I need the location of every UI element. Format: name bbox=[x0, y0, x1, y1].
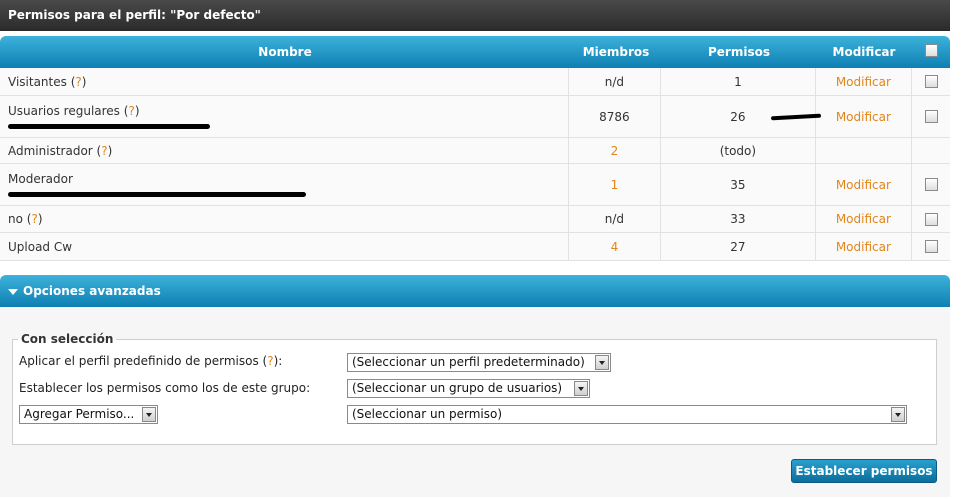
row-checkbox[interactable] bbox=[924, 110, 938, 123]
user-group-select[interactable]: (Seleccionar un grupo de usuarios) bbox=[347, 379, 590, 398]
table-row: Visitantes (?) n/d 1 Modificar bbox=[0, 68, 950, 96]
help-link[interactable]: ? bbox=[101, 144, 107, 158]
help-link[interactable]: ? bbox=[75, 75, 81, 89]
group-name: Visitantes bbox=[8, 74, 67, 89]
set-permissions-button[interactable]: Establecer permisos bbox=[791, 459, 937, 483]
table-row: Moderador 1 35 Modificar bbox=[0, 164, 950, 206]
row-checkbox[interactable] bbox=[924, 212, 938, 226]
predefined-profile-value: (Seleccionar un perfil predeterminado) bbox=[352, 355, 585, 369]
dropdown-arrow-icon bbox=[595, 355, 609, 370]
modify-empty bbox=[814, 138, 912, 163]
help-link[interactable]: ? bbox=[267, 354, 273, 368]
row-checkbox[interactable] bbox=[924, 240, 938, 253]
dropdown-arrow-icon bbox=[891, 407, 905, 422]
help-link[interactable]: ? bbox=[31, 212, 37, 226]
group-name: Upload Cw bbox=[8, 239, 73, 254]
members-count: n/d bbox=[567, 206, 661, 232]
table-header: Nombre Miembros Permisos Modificar bbox=[0, 36, 950, 68]
dropdown-arrow-icon bbox=[142, 407, 156, 422]
col-permisos: Permisos bbox=[708, 45, 770, 59]
page-title: Permisos para el perfil: "Por defecto" bbox=[0, 0, 950, 31]
add-permission-value: Agregar Permiso... bbox=[24, 407, 135, 421]
redacted-scribble bbox=[770, 113, 821, 121]
table-row: no (?) n/d 33 Modificar bbox=[0, 206, 950, 233]
advanced-options-toggle[interactable]: Opciones avanzadas bbox=[0, 275, 950, 307]
permission-value: (Seleccionar un permiso) bbox=[352, 407, 503, 421]
table-row: Administrador (?) 2 (todo) bbox=[0, 138, 950, 164]
col-miembros: Miembros bbox=[582, 45, 650, 59]
modify-link[interactable]: Modificar bbox=[814, 206, 912, 232]
group-name: no bbox=[8, 212, 23, 226]
members-link[interactable]: 2 bbox=[567, 138, 661, 163]
selection-legend: Con selección bbox=[21, 332, 114, 346]
advanced-options-title: Opciones avanzadas bbox=[23, 284, 161, 298]
user-group-value: (Seleccionar un grupo de usuarios) bbox=[352, 381, 563, 395]
dropdown-arrow-icon bbox=[574, 381, 588, 396]
redacted-scribble bbox=[8, 124, 210, 129]
members-link[interactable]: 4 bbox=[567, 233, 661, 260]
col-modificar: Modificar bbox=[832, 45, 896, 59]
predefined-profile-select[interactable]: (Seleccionar un perfil predeterminado) bbox=[347, 353, 611, 372]
group-name: Usuarios regulares bbox=[8, 104, 120, 118]
members-link[interactable]: 1 bbox=[567, 164, 661, 205]
members-count: 8786 bbox=[567, 96, 661, 137]
col-nombre: Nombre bbox=[258, 45, 312, 59]
perms-count: 27 bbox=[660, 233, 814, 260]
add-permission-select[interactable]: Agregar Permiso... bbox=[19, 405, 158, 424]
perms-count: 1 bbox=[660, 68, 814, 95]
modify-link[interactable]: Modificar bbox=[814, 96, 912, 137]
row-checkbox[interactable] bbox=[924, 178, 938, 191]
permissions-table: Nombre Miembros Permisos Modificar Visit… bbox=[0, 36, 950, 261]
perms-count: 33 bbox=[660, 206, 814, 232]
members-count: n/d bbox=[567, 68, 661, 95]
apply-profile-label: Aplicar el perfil predefinido de permiso… bbox=[19, 354, 259, 368]
select-all-checkbox[interactable] bbox=[924, 44, 938, 57]
modify-link[interactable]: Modificar bbox=[814, 164, 912, 205]
table-row: Upload Cw 4 27 Modificar bbox=[0, 233, 950, 261]
triangle-down-icon bbox=[8, 288, 18, 295]
modify-link[interactable]: Modificar bbox=[814, 68, 912, 95]
group-name: Administrador bbox=[8, 143, 93, 158]
table-row: Usuarios regulares (?) 8786 26 Modificar bbox=[0, 96, 950, 138]
perms-count: 35 bbox=[660, 164, 814, 205]
modify-link[interactable]: Modificar bbox=[814, 233, 912, 260]
permission-select[interactable]: (Seleccionar un permiso) bbox=[347, 405, 907, 424]
row-checkbox[interactable] bbox=[924, 75, 938, 88]
help-link[interactable]: ? bbox=[128, 104, 134, 118]
perms-count: 26 bbox=[730, 109, 746, 124]
redacted-scribble bbox=[8, 192, 306, 197]
set-group-label: Establecer los permisos como los de este… bbox=[19, 381, 311, 395]
group-name: Moderador bbox=[8, 172, 73, 186]
perms-count: (todo) bbox=[660, 138, 814, 163]
